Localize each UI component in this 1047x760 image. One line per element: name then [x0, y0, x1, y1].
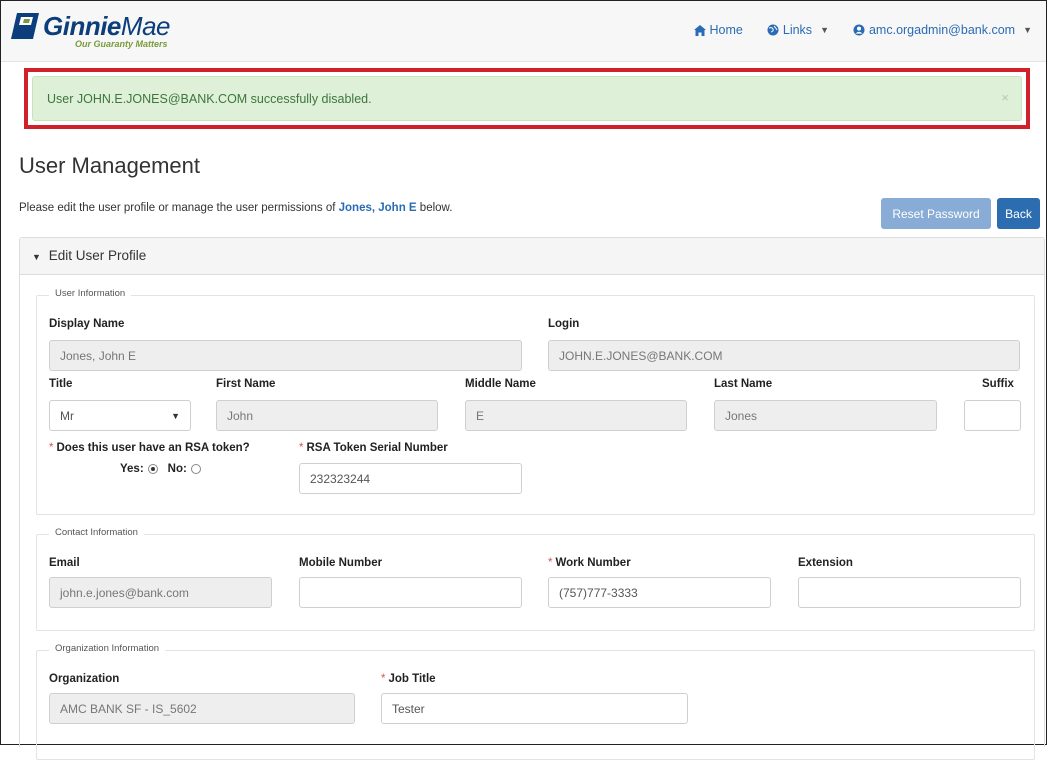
globe-icon [767, 24, 779, 36]
job-title-text: Job Title [388, 673, 436, 685]
middle-name-field[interactable]: E [465, 400, 687, 431]
intro-suffix: below. [419, 202, 453, 214]
user-circle-icon [853, 24, 865, 36]
rsa-no-label: No: [167, 463, 187, 475]
display-name-field[interactable]: Jones, John E [49, 340, 522, 371]
display-name-label: Display Name [49, 318, 125, 330]
panel-title: Edit User Profile [48, 248, 147, 263]
rsa-serial-field[interactable]: 232323244 [299, 463, 522, 494]
intro-prefix: Please edit the user profile or manage t… [19, 202, 336, 214]
work-number-text: Work Number [555, 557, 631, 569]
success-alert: User JOHN.E.JONES@BANK.COM successfully … [32, 76, 1022, 121]
mobile-number-field[interactable] [299, 577, 522, 608]
login-label: Login [548, 318, 580, 330]
page-intro: Please edit the user profile or manage t… [19, 202, 452, 214]
middle-name-label: Middle Name [465, 378, 536, 390]
chevron-down-icon: ▼ [1023, 25, 1032, 35]
title-select[interactable]: Mr ▼ [49, 400, 191, 431]
organization-information-legend: Organization Information [49, 643, 166, 654]
back-button[interactable]: Back [997, 198, 1040, 229]
title-select-value: Mr [60, 408, 74, 423]
last-name-label: Last Name [714, 378, 773, 390]
organization-information-group: Organization Information Organization AM… [36, 643, 1035, 760]
logo-tagline: Our Guaranty Matters [75, 39, 168, 49]
nav-home-label: Home [709, 23, 743, 37]
contact-information-legend: Contact Information [49, 527, 144, 538]
email-field[interactable]: john.e.jones@bank.com [49, 577, 272, 608]
nav-links-dropdown[interactable]: Links ▼ [767, 23, 829, 37]
close-icon[interactable]: × [1001, 90, 1009, 105]
nav-links-label: Links [782, 23, 813, 37]
contact-information-group: Contact Information Email john.e.jones@b… [36, 527, 1035, 631]
extension-field[interactable] [798, 577, 1021, 608]
panel-header-toggle[interactable]: ▼ Edit User Profile [20, 238, 1044, 275]
rsa-serial-text: RSA Token Serial Number [306, 442, 448, 454]
reset-password-button[interactable]: Reset Password [881, 198, 991, 229]
extension-label: Extension [798, 557, 853, 569]
nav-user-label: amc.orgadmin@bank.com [868, 23, 1016, 37]
title-label: Title [49, 378, 73, 390]
top-navbar: GinnieMae Our Guaranty Matters Home Link… [1, 1, 1046, 62]
rsa-serial-label: * RSA Token Serial Number [299, 442, 448, 454]
organization-label: Organization [49, 673, 120, 685]
rsa-no-radio[interactable] [190, 464, 201, 474]
first-name-label: First Name [216, 378, 276, 390]
chevron-down-icon: ▼ [820, 25, 829, 35]
rsa-question-text: Does this user have an RSA token? [56, 442, 250, 454]
nav-home[interactable]: Home [693, 23, 743, 37]
ginnie-mae-flag-icon [11, 13, 39, 39]
rsa-yes-label: Yes: [120, 463, 144, 475]
logo-wordmark: GinnieMae [43, 11, 170, 41]
nav-links: Home Links ▼ amc.orgadmin@bank.com ▼ [693, 23, 1032, 37]
email-label: Email [49, 557, 80, 569]
caret-down-icon: ▼ [32, 252, 41, 262]
rsa-yes-radio[interactable] [147, 464, 158, 474]
user-information-group: User Information Display Name Jones, Joh… [36, 288, 1035, 515]
nav-user-dropdown[interactable]: amc.orgadmin@bank.com ▼ [853, 23, 1032, 37]
user-information-legend: User Information [49, 288, 132, 299]
alert-message: User JOHN.E.JONES@BANK.COM successfully … [47, 92, 372, 106]
suffix-field[interactable] [964, 400, 1021, 431]
page-title: User Management [19, 153, 200, 178]
job-title-label: * Job Title [381, 673, 436, 685]
edit-user-profile-panel: ▼ Edit User Profile User Information Dis… [19, 237, 1045, 760]
rsa-radio-group: Yes: No: [120, 463, 207, 475]
intro-user-name: Jones, John E [338, 202, 417, 214]
login-field[interactable]: JOHN.E.JONES@BANK.COM [548, 340, 1020, 371]
mobile-number-label: Mobile Number [299, 557, 383, 569]
last-name-field[interactable]: Jones [714, 400, 937, 431]
first-name-field[interactable]: John [216, 400, 438, 431]
home-icon [693, 24, 706, 36]
job-title-field[interactable]: Tester [381, 693, 688, 724]
work-number-label: * Work Number [548, 557, 631, 569]
rsa-question-label: * Does this user have an RSA token? [49, 442, 250, 454]
organization-field[interactable]: AMC BANK SF - IS_5602 [49, 693, 355, 724]
work-number-field[interactable]: (757)777-3333 [548, 577, 771, 608]
suffix-label: Suffix [982, 378, 1014, 390]
dropdown-arrow-icon: ▼ [171, 410, 180, 421]
